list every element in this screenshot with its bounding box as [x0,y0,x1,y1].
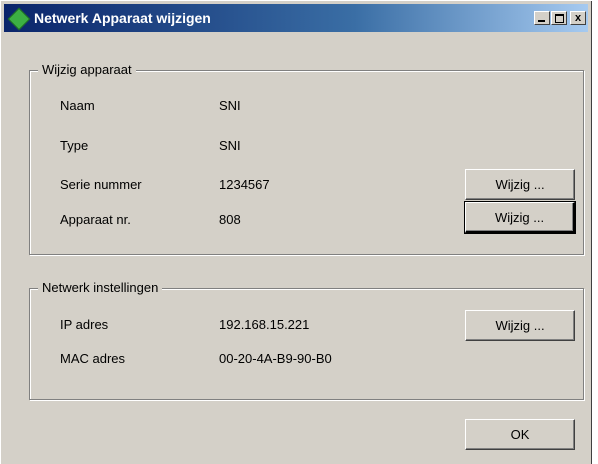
serial-number-label: Serie nummer [60,177,142,192]
dialog-window: Netwerk Apparaat wijzigen x Wijzig appar… [0,0,592,464]
network-groupbox: Netwerk instellingen [29,280,584,400]
device-number-value: 808 [219,212,241,227]
app-diamond-icon [7,7,31,31]
ip-address-value: 192.168.15.221 [219,317,310,332]
mac-address-label: MAC adres [60,351,126,366]
network-group-legend: Netwerk instellingen [38,280,163,295]
edit-ip-address-button[interactable]: Wijzig ... [465,310,575,341]
title-bar[interactable]: Netwerk Apparaat wijzigen x [4,4,588,32]
edit-device-number-button[interactable]: Wijzig ... [464,201,576,234]
type-value: SNI [219,138,241,153]
edit-serial-number-button[interactable]: Wijzig ... [465,169,575,200]
ip-address-label: IP adres [60,317,109,332]
close-button[interactable]: x [570,11,586,25]
name-label: Naam [60,98,95,113]
ok-button[interactable]: OK [465,419,575,450]
device-group-legend: Wijzig apparaat [38,62,136,77]
close-icon: x [574,12,582,24]
name-value: SNI [219,98,241,113]
serial-number-value: 1234567 [219,177,270,192]
minimize-icon [538,20,545,22]
maximize-button[interactable] [551,11,567,25]
mac-address-value: 00-20-4A-B9-90-B0 [219,351,332,366]
device-number-label: Apparaat nr. [60,212,131,227]
type-label: Type [60,138,89,153]
minimize-button[interactable] [534,11,550,25]
window-title: Netwerk Apparaat wijzigen [34,10,211,26]
maximize-icon [555,14,564,23]
